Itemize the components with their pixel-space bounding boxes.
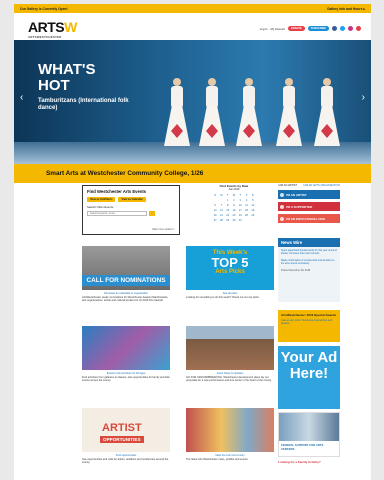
hero-caption[interactable]: Smart Arts at Westchester Community Coll… [14,164,371,183]
donate-button[interactable]: DONATE [287,26,305,31]
instagram-icon[interactable] [348,26,353,31]
feature-card[interactable]: Explore Arts Activities for All Ages Fin… [82,326,170,382]
view-list-button[interactable]: View as list/Filters [87,197,116,202]
supporter-button[interactable]: I'M A SUPPORTER [278,202,340,211]
arts-center-image [279,413,339,441]
announcement-bar[interactable]: Our Gallery is Currently Open! Gallery I… [14,4,371,13]
top5-image: This Week's TOP 5 Arts Picks [186,246,274,290]
awards-subtitle: Like an arts prize! Nominate local artis… [281,319,333,325]
nominations-banner: CALL FOR NOMINATIONS [82,275,170,286]
calendar-grid: SMTWTFS 12345 6 7 8 9 10 11 12 13 14 15 16 17 18 19 … [212,193,256,223]
chevron-left-icon[interactable]: ‹ [20,92,23,103]
hero-slider[interactable]: WHAT'S HOT Tamburitzans (International fo… [14,40,371,164]
awards-promo[interactable]: ArtsWestchester: 2019 Special Awards Lik… [278,310,340,342]
logo-accent: W [64,19,77,35]
card-text: GO FOR GROUNDBREAKING: Westchester devel… [186,376,272,383]
artist-opportunities-image: ARTIST OPPORTUNITIES [82,408,170,452]
card-text: ArtsWestchester seeks nominations for We… [82,296,169,303]
news-item[interactable]: Made confirmation of membership and dona… [278,257,340,267]
dancer-figure [314,78,340,156]
card-link[interactable]: Grant News & Updates [186,372,274,375]
arts-center-caption: FEDERAL SUPPORT FOR ARTS CENTERS [281,443,324,451]
sidebar-head-right[interactable]: I AM AN ARTS ORGANIZATION [303,184,340,187]
dancer-figure [276,78,302,156]
family-activity-link[interactable]: Looking for a Family Activity? [278,460,340,464]
card-link[interactable]: Nominate an individual or organization [82,292,170,295]
arts-center-ad[interactable]: FEDERAL SUPPORT FOR ARTS CENTERS [278,412,340,457]
dancer-figure [236,78,262,156]
facebook-icon[interactable] [332,26,337,31]
ad-banner[interactable]: Your Ad Here! [278,346,340,409]
top5-line-2: TOP 5 [211,255,249,270]
feature-card[interactable]: Grant News & Updates GO FOR GROUNDBREAKI… [186,326,274,382]
hero-title-line-2: HOT [38,77,70,94]
logo[interactable]: ARTSW [28,20,77,34]
header-utilities: Log In My Account DONATE SUBSCRIBE [260,26,361,31]
hero-subtitle: Tamburitzans (International folk dance) [38,98,129,111]
search-button[interactable] [149,211,155,216]
news-date: Posted November 29, 2018 [281,269,311,272]
activities-image [82,326,170,370]
search-input[interactable] [87,211,147,216]
news-item[interactable]: Spent paperback donated artist for this … [278,247,340,257]
find-events-box: Find Westchester Arts Events View as lis… [82,185,180,235]
account-link[interactable]: My Account [270,27,284,31]
nominations-image: CALL FOR NOMINATIONS [82,246,170,290]
feature-card[interactable]: This Week's TOP 5 Arts Picks See all pic… [186,246,274,299]
dancer-figure [199,78,225,156]
more-options-link[interactable]: Want more options? › [152,228,175,231]
card-link[interactable]: See all picks [186,292,274,295]
card-text: See opportunities and calls for artists,… [82,458,169,465]
community-image [186,408,274,452]
artist-button[interactable]: I'M AN ARTIST [278,190,340,199]
card-text: The latest Arts Westchester news, profil… [186,458,249,461]
hero-title: WHAT'S HOT [38,62,95,94]
sidebar-head-left: I AM AN ARTIST [278,184,298,187]
card-text: Find activities from galleries to classe… [82,376,170,383]
artist-opportunities-label: OPPORTUNITIES [100,436,144,443]
feature-card[interactable]: Meet the Arts Community The latest Arts … [186,408,274,461]
youtube-icon[interactable] [356,26,361,31]
building-image [186,326,274,370]
chevron-right-icon[interactable]: › [362,92,365,103]
find-events-title: Find Westchester Arts Events [87,189,147,194]
feature-card[interactable]: CALL FOR NOMINATIONS Nominate an individ… [82,246,170,302]
hero-title-line-1: WHAT'S [38,61,96,78]
dancer-figure [164,78,190,156]
twitter-icon[interactable] [340,26,345,31]
news-wire: News Wire Spent paperback donated artist… [278,238,340,302]
login-link[interactable]: Log In [260,27,268,31]
card-link[interactable]: Meet the Arts Community [186,454,274,457]
gallery-open-text: Our Gallery is Currently Open! [20,6,68,11]
subscribe-button[interactable]: SUBSCRIBE [307,26,329,31]
top5-line-3: Arts Picks [215,269,245,275]
logo-text: ARTS [28,19,65,35]
news-wire-title: News Wire [278,238,340,247]
card-link[interactable]: Explore Arts Activities for All Ages [82,372,170,375]
feature-card[interactable]: ARTIST OPPORTUNITIES Find opportunities … [82,408,170,464]
logo-subtitle: ARTSWESTCHESTER [28,35,62,39]
audience-sidebar: I AM AN ARTIST I AM AN ARTS ORGANIZATION … [278,184,340,223]
awards-title: ArtsWestchester: 2019 Special Awards [281,313,337,317]
artist-opportunities-title: ARTIST [102,422,142,434]
page: Our Gallery is Currently Open! Gallery I… [14,4,371,480]
educational-org-button[interactable]: I'M AN EDUCATIONAL ORG [278,214,340,223]
search-label: Search Other Events: [87,205,114,209]
view-calendar-button[interactable]: View as Calendar [118,197,146,202]
calendar-month: Jan 2019 [228,188,240,191]
gallery-info-link[interactable]: Gallery Info and Hours ▸ [327,7,365,11]
calendar-day[interactable] [250,218,256,223]
card-link[interactable]: Find opportunities [82,454,170,457]
date-calendar: Find Events by Date Jan 2019 SMTWTFS 123… [212,184,256,223]
card-text: Looking for something to do this week? C… [186,296,260,299]
